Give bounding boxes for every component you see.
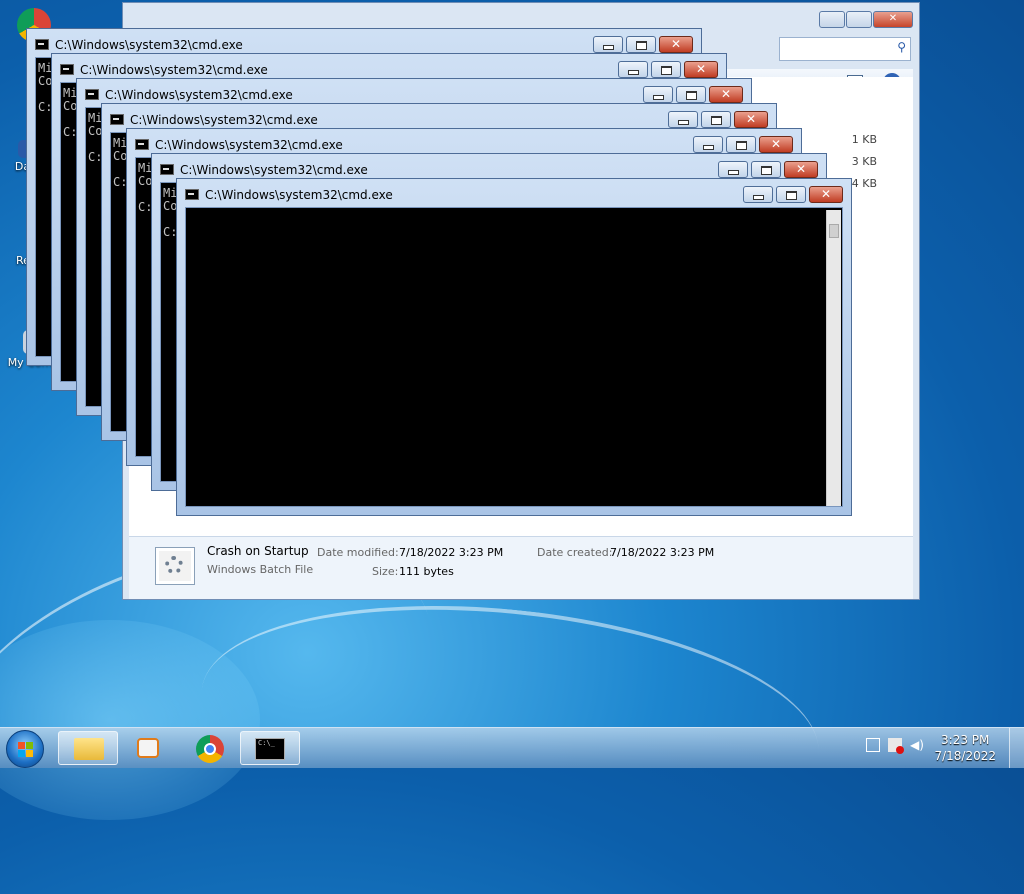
file-type: Windows Batch File — [207, 563, 314, 576]
network-icon[interactable] — [866, 738, 880, 752]
wallpaper-swirl-2 — [189, 578, 831, 866]
maximize-button[interactable] — [626, 36, 656, 53]
maximize-button[interactable] — [651, 61, 681, 78]
date-modified-label: Date modified: — [317, 546, 399, 559]
media-player-icon — [137, 738, 159, 758]
close-button[interactable]: ✕ — [684, 61, 718, 78]
cmd-icon — [160, 164, 174, 175]
maximize-button[interactable] — [776, 186, 806, 203]
cmd-icon — [110, 114, 124, 125]
clock-time: 3:23 PM — [941, 733, 990, 747]
cmd-icon — [185, 189, 199, 200]
window-title: C:\Windows\system32\cmd.exe — [130, 113, 318, 127]
close-button[interactable]: ✕ — [809, 186, 843, 203]
cmd-window-active[interactable]: C:\Windows\system32\cmd.exe ✕ — [176, 178, 852, 516]
maximize-button[interactable] — [701, 111, 731, 128]
file-size: 3 KB — [851, 155, 877, 168]
show-desktop-button[interactable] — [1009, 728, 1024, 768]
clock-date: 7/18/2022 — [934, 749, 996, 763]
explorer-window-controls: ✕ — [818, 11, 913, 28]
maximize-button[interactable] — [751, 161, 781, 178]
window-title: C:\Windows\system32\cmd.exe — [80, 63, 268, 77]
window-title: C:\Windows\system32\cmd.exe — [180, 163, 368, 177]
minimize-button[interactable] — [643, 86, 673, 103]
minimize-button[interactable] — [668, 111, 698, 128]
window-title: C:\Windows\system32\cmd.exe — [105, 88, 293, 102]
taskbar-chrome-button[interactable] — [180, 731, 240, 765]
minimize-button[interactable] — [743, 186, 773, 203]
window-title: C:\Windows\system32\cmd.exe — [205, 188, 393, 202]
action-center-flag-icon[interactable] — [888, 738, 904, 754]
size-label: Size: — [372, 565, 399, 578]
taskbar-cmd-button[interactable]: C:\_ — [240, 731, 300, 765]
chrome-icon — [196, 735, 224, 763]
taskbar: C:\_ ◀) 3:23 PM 7/18/2022 — [0, 727, 1024, 768]
taskbar-media-player-button[interactable] — [118, 731, 178, 765]
file-size: 4 KB — [851, 177, 877, 190]
console-output[interactable] — [185, 207, 843, 507]
cmd-icon — [35, 39, 49, 50]
batch-file-icon — [155, 547, 195, 585]
minimize-button[interactable] — [593, 36, 623, 53]
minimize-button[interactable] — [819, 11, 845, 28]
size-value: 111 bytes — [399, 565, 454, 578]
cmd-icon — [85, 89, 99, 100]
folder-icon — [74, 738, 104, 760]
close-button[interactable]: ✕ — [784, 161, 818, 178]
date-created-label: Date created: — [537, 546, 613, 559]
close-button[interactable]: ✕ — [873, 11, 913, 28]
close-button[interactable]: ✕ — [759, 136, 793, 153]
maximize-button[interactable] — [676, 86, 706, 103]
wallpaper-glow — [0, 620, 260, 820]
close-button[interactable]: ✕ — [709, 86, 743, 103]
volume-icon[interactable]: ◀) — [910, 738, 924, 752]
cmd-icon — [135, 139, 149, 150]
system-tray: ◀) — [858, 738, 924, 754]
start-button[interactable] — [6, 730, 44, 768]
search-icon: ⚲ — [897, 40, 906, 54]
search-input[interactable]: ⚲ — [779, 37, 911, 61]
cmd-icon — [60, 64, 74, 75]
taskbar-explorer-button[interactable] — [58, 731, 118, 765]
maximize-button[interactable] — [846, 11, 872, 28]
windows-logo-icon — [18, 742, 33, 757]
maximize-button[interactable] — [726, 136, 756, 153]
close-button[interactable]: ✕ — [659, 36, 693, 53]
window-title: C:\Windows\system32\cmd.exe — [55, 38, 243, 52]
date-created-value: 7/18/2022 3:23 PM — [610, 546, 715, 559]
close-button[interactable]: ✕ — [734, 111, 768, 128]
clock[interactable]: 3:23 PM 7/18/2022 — [934, 732, 996, 764]
details-pane: Crash on Startup Windows Batch File Date… — [129, 536, 913, 599]
date-modified-value: 7/18/2022 3:23 PM — [399, 546, 504, 559]
file-size: 1 KB — [851, 133, 877, 146]
minimize-button[interactable] — [693, 136, 723, 153]
minimize-button[interactable] — [718, 161, 748, 178]
minimize-button[interactable] — [618, 61, 648, 78]
file-name: Crash on Startup — [207, 544, 309, 558]
vertical-scrollbar[interactable] — [826, 210, 841, 506]
scrollbar-thumb[interactable] — [829, 224, 839, 238]
window-title: C:\Windows\system32\cmd.exe — [155, 138, 343, 152]
cmd-icon: C:\_ — [255, 738, 285, 760]
